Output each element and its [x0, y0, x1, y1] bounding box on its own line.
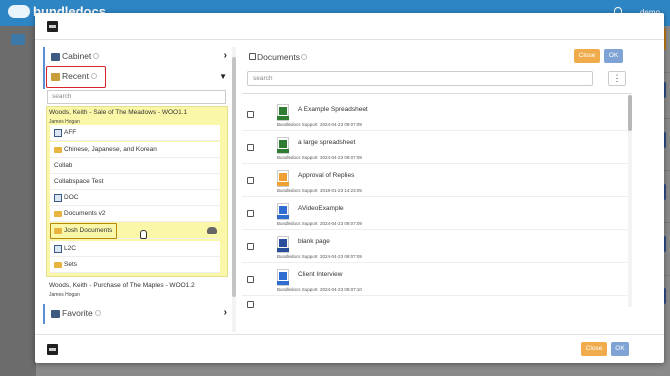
cabinet-accent-bar — [43, 47, 45, 89]
favorite-icon — [51, 310, 60, 318]
document-name: a large spreadsheet — [298, 139, 356, 146]
spreadsheet-file-icon — [277, 104, 289, 121]
document-name: Approval of Replies — [298, 172, 355, 179]
binder-icon — [54, 129, 62, 137]
document-row[interactable]: A Example Spreadsheet Bundledocs Support… — [242, 98, 627, 131]
item-label: AFF — [64, 129, 77, 136]
group-title[interactable]: Woods, Keith - Sale of The Meadows - WOO… — [49, 109, 187, 116]
document-row[interactable]: Client Interview Bundledocs Support 2024… — [242, 263, 627, 296]
cabinet-header[interactable]: Cabinet › — [47, 48, 227, 66]
spreadsheet-file-icon — [277, 137, 289, 154]
footer-ok-button[interactable]: OK — [611, 342, 629, 356]
group-subtitle: James Hogan — [49, 292, 80, 298]
recent-item-documents-v2[interactable]: Documents v2 — [50, 206, 220, 222]
select-all-checkbox[interactable] — [249, 53, 256, 60]
recent-item-doc[interactable]: DOC — [50, 190, 220, 206]
document-meta: Bundledocs Support 2024-04-23 09:07:09 — [277, 122, 362, 127]
recent-item-cjk[interactable]: Chinese, Japanese, and Korean — [50, 142, 220, 158]
document-row-partial[interactable] — [242, 296, 627, 310]
document-row[interactable]: AVideoExample Bundledocs Support 2024-04… — [242, 197, 627, 230]
header-ok-button[interactable]: OK — [604, 49, 623, 63]
document-meta: Bundledocs Support 2024-04-23 09:07:09 — [277, 155, 362, 160]
documents-search-input[interactable]: search — [247, 71, 593, 86]
row-checkbox[interactable] — [247, 144, 254, 151]
recent-item-collab[interactable]: Collab — [50, 158, 220, 174]
documents-scrollbar[interactable] — [628, 95, 632, 307]
help-icon[interactable] — [95, 310, 101, 316]
item-label: Documents v2 — [64, 210, 106, 217]
favorite-accent-bar — [43, 304, 45, 324]
favorite-header[interactable]: Favorite › — [47, 305, 227, 323]
recent-item-aff[interactable]: AFF — [50, 125, 220, 141]
item-label: Collab — [54, 162, 73, 169]
email-file-icon — [277, 170, 289, 187]
hand-cursor-icon — [140, 230, 147, 239]
recent-item-l2c[interactable]: L2C — [50, 241, 220, 257]
modal-footer: Close OK — [35, 334, 664, 363]
binder-icon — [54, 245, 62, 253]
item-label: Sets — [64, 261, 78, 268]
left-scrollbar[interactable] — [232, 47, 236, 332]
folder-icon — [54, 262, 62, 268]
cabinet-icon — [51, 53, 60, 61]
help-icon[interactable] — [301, 54, 307, 60]
document-name: Client Interview — [298, 271, 343, 278]
app-sidebar — [0, 26, 36, 376]
chevron-down-icon[interactable]: ▼ — [219, 72, 227, 81]
cabinet-label: Cabinet — [62, 51, 92, 61]
document-row[interactable]: a large spreadsheet Bundledocs Support 2… — [242, 131, 627, 164]
recent-item-sets[interactable]: Sets — [50, 257, 220, 273]
footer-close-button[interactable]: Close — [581, 342, 607, 356]
row-checkbox[interactable] — [247, 301, 254, 308]
document-row[interactable]: blank page Bundledocs Support 2024-04-23… — [242, 230, 627, 263]
recent-item-collabspace[interactable]: Collabspace Test — [50, 174, 220, 190]
document-meta: Bundledocs Support 2024-04-23 09:07:09 — [277, 221, 362, 226]
item-label: L2C — [64, 245, 76, 252]
item-label: Collabspace Test — [54, 178, 104, 185]
chevron-right-icon[interactable]: › — [224, 307, 227, 318]
document-name: A Example Spreadsheet — [298, 106, 368, 113]
modal-header — [35, 13, 664, 40]
document-name: blank page — [298, 238, 330, 245]
sidebar-home-icon[interactable] — [11, 34, 25, 45]
app-logo-icon — [47, 21, 58, 32]
word-file-icon — [277, 236, 289, 253]
document-row[interactable]: Approval of Replies Bundledocs Support 2… — [242, 164, 627, 197]
scroll-thumb[interactable] — [232, 57, 236, 297]
app-logo-icon — [47, 344, 58, 355]
row-checkbox[interactable] — [247, 210, 254, 217]
group-title[interactable]: Woods, Keith - Purchase of The Maples - … — [49, 282, 195, 289]
binder-icon — [54, 194, 62, 202]
item-label: DOC — [64, 194, 79, 201]
selected-highlight-box — [50, 223, 117, 239]
row-checkbox[interactable] — [247, 177, 254, 184]
folder-icon — [54, 211, 62, 217]
video-file-icon — [277, 203, 289, 220]
video-file-icon — [277, 269, 289, 286]
list-divider — [242, 93, 632, 94]
item-label: Chinese, Japanese, and Korean — [64, 146, 157, 153]
scroll-thumb[interactable] — [628, 95, 632, 131]
document-meta: Bundledocs Support 2024-04-23 09:07:10 — [277, 287, 362, 292]
chevron-right-icon[interactable]: › — [224, 50, 227, 61]
folder-icon — [54, 147, 62, 153]
cloud-upload-icon[interactable] — [207, 227, 217, 234]
documents-title: Documents — [257, 52, 300, 62]
more-options-button[interactable]: ⋮ — [608, 71, 626, 86]
document-meta: Bundledocs Support 2024-04-23 09:07:09 — [277, 254, 362, 259]
document-name: AVideoExample — [298, 205, 344, 212]
help-icon[interactable] — [93, 53, 99, 59]
row-checkbox[interactable] — [247, 276, 254, 283]
cloud-icon — [8, 5, 30, 18]
recent-highlight-box — [46, 66, 106, 88]
row-checkbox[interactable] — [247, 111, 254, 118]
favorite-label: Favorite — [62, 308, 93, 318]
recent-search-input[interactable]: search — [47, 90, 226, 104]
header-close-button[interactable]: Close — [574, 49, 600, 63]
row-checkbox[interactable] — [247, 243, 254, 250]
document-meta: Bundledocs Support 2018-01-23 14:23:05 — [277, 188, 362, 193]
